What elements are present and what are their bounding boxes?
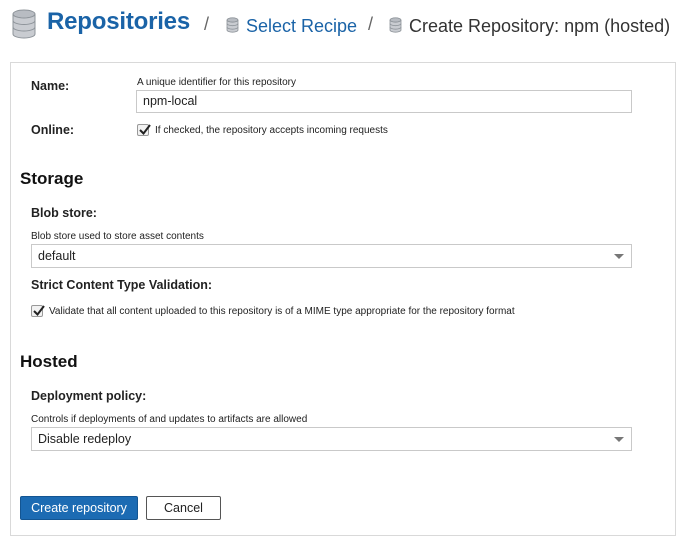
chevron-down-icon[interactable] xyxy=(614,437,624,442)
strict-validation-label: Strict Content Type Validation: xyxy=(31,278,213,292)
breadcrumb-separator: / xyxy=(368,14,374,34)
breadcrumb-select-recipe[interactable]: Select Recipe xyxy=(246,16,357,37)
database-icon xyxy=(11,9,37,44)
storage-section-title: Storage xyxy=(20,169,84,188)
online-checkbox[interactable] xyxy=(137,124,151,136)
name-input[interactable]: npm-local xyxy=(136,90,632,113)
strict-validation-checkbox-label: Validate that all content uploaded to th… xyxy=(49,306,515,317)
deployment-policy-help: Controls if deployments of and updates t… xyxy=(31,414,308,425)
blob-store-label: Blob store: xyxy=(31,206,97,220)
online-checkbox-label: If checked, the repository accepts incom… xyxy=(155,125,388,136)
database-icon xyxy=(389,17,402,38)
blob-store-select[interactable]: default xyxy=(31,244,632,268)
breadcrumb-repositories[interactable]: Repositories xyxy=(47,8,190,36)
checkmark-icon xyxy=(139,124,151,136)
deployment-policy-select[interactable]: Disable redeploy xyxy=(31,427,632,451)
name-help: A unique identifier for this repository xyxy=(137,77,296,88)
name-label: Name: xyxy=(31,79,70,93)
checkmark-icon xyxy=(33,305,45,317)
cancel-button[interactable]: Cancel xyxy=(146,496,221,520)
breadcrumb-separator: / xyxy=(204,14,210,34)
repository-form-panel: Name: A unique identifier for this repos… xyxy=(10,62,676,536)
deployment-policy-label: Deployment policy: xyxy=(31,389,147,403)
deployment-policy-selected-value: Disable redeploy xyxy=(38,432,132,446)
blob-store-selected-value: default xyxy=(38,249,76,263)
breadcrumb-header: Repositories / Select Recipe / Create Re… xyxy=(0,0,678,58)
blob-store-help: Blob store used to store asset contents xyxy=(31,231,204,242)
create-repository-button[interactable]: Create repository xyxy=(20,496,138,520)
online-label: Online: xyxy=(31,123,75,137)
strict-validation-checkbox[interactable] xyxy=(31,305,45,317)
database-icon xyxy=(226,17,239,38)
breadcrumb-current: Create Repository: npm (hosted) xyxy=(409,16,671,36)
chevron-down-icon[interactable] xyxy=(614,254,624,259)
hosted-section-title: Hosted xyxy=(20,352,78,371)
